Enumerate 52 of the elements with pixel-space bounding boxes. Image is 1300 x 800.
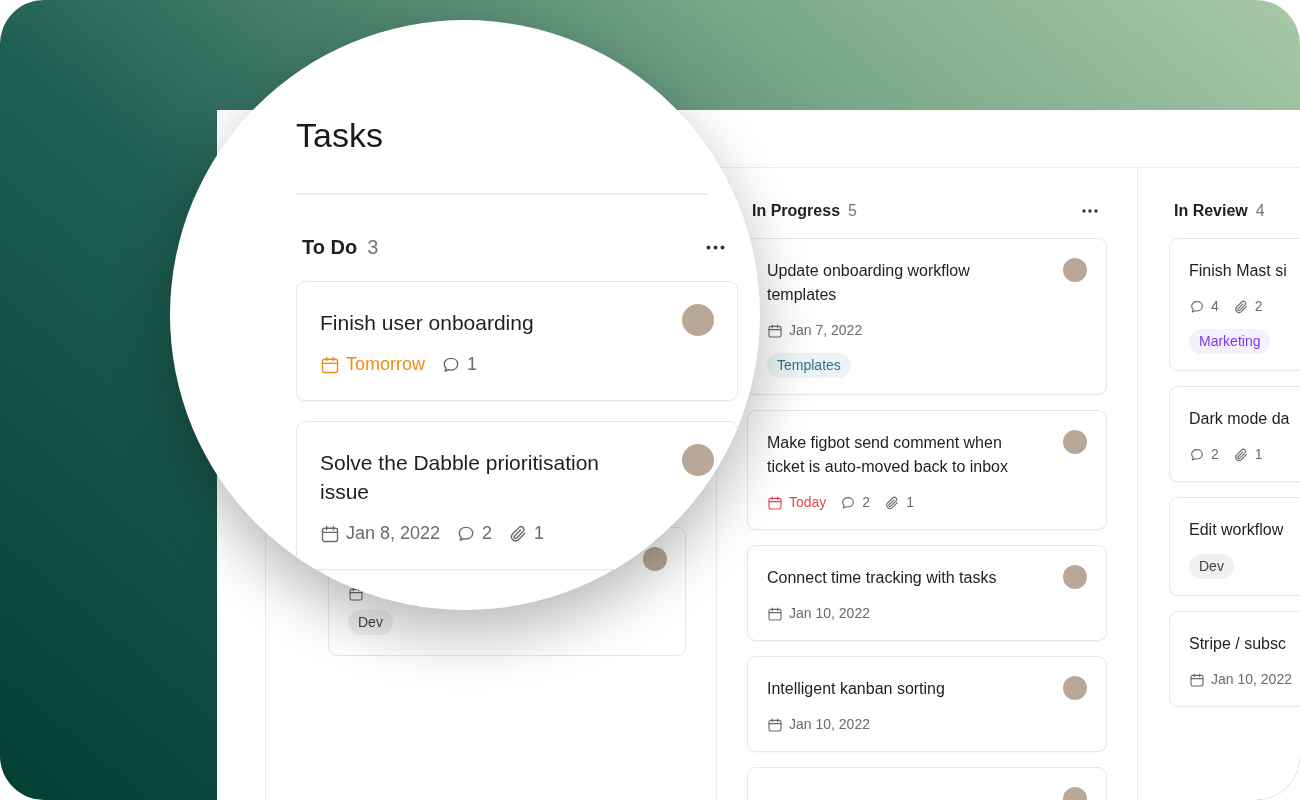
comment-icon <box>1189 446 1205 463</box>
column-title: To Do <box>302 235 358 260</box>
due-date: Jan 10, 2022 <box>789 604 870 623</box>
due-date: Jan 10, 2022 <box>789 715 870 734</box>
due-date: Jan 10, 2022 <box>1211 670 1292 689</box>
calendar-icon <box>767 494 783 511</box>
tag: Dev <box>348 610 393 635</box>
task-title: Finish Mast si <box>1189 261 1287 281</box>
calendar-icon <box>320 523 340 544</box>
comment-count: 1 <box>467 353 478 376</box>
attachment-count: 2 <box>1254 297 1263 316</box>
paperclip-icon <box>884 494 901 511</box>
page-title: Tasks <box>296 115 384 155</box>
tag: Templates <box>767 353 851 378</box>
comment-icon <box>840 494 857 511</box>
attachment-count: 1 <box>906 493 914 512</box>
task-title: Edit workflow <box>1189 520 1284 540</box>
more-icon[interactable] <box>1081 208 1099 214</box>
column-title: In Progress <box>752 201 841 221</box>
tag: Dev <box>1189 554 1234 579</box>
task-title: Make figbot send comment when ticket is auto-moved back to inbox <box>767 433 1009 477</box>
paperclip-icon <box>1232 298 1249 315</box>
column-count: 4 <box>1255 201 1265 221</box>
calendar-icon <box>767 322 783 339</box>
comment-count: 2 <box>1211 445 1219 464</box>
task-title: Solve the Dabble prioritisation issue <box>320 450 600 505</box>
attachment-count: 1 <box>534 522 545 545</box>
tag: Marketing <box>1189 329 1271 354</box>
comment-icon <box>1189 298 1205 315</box>
comment-count: 4 <box>1211 297 1219 316</box>
task-title: Intelligent kanban sorting <box>767 679 945 699</box>
comment-count: 2 <box>482 522 493 545</box>
task-title: Update onboarding workflow templates <box>767 261 971 305</box>
more-icon[interactable] <box>705 243 726 251</box>
calendar-icon <box>1189 671 1205 688</box>
task-title: Stripe / subsc <box>1189 634 1286 654</box>
due-date: Tomorrow <box>346 353 425 376</box>
due-date: Jan 8, 2022 <box>346 522 441 545</box>
paperclip-icon <box>1232 446 1249 463</box>
due-date: Today <box>789 493 827 512</box>
calendar-icon <box>320 354 340 375</box>
calendar-icon <box>767 716 783 733</box>
comment-count: 2 <box>862 493 871 512</box>
task-title: Finish user onboarding <box>320 310 534 336</box>
task-title: Dark mode da <box>1189 409 1290 429</box>
column-count: 3 <box>367 235 379 260</box>
task-title: Connect time tracking with tasks <box>767 568 997 588</box>
attachment-count: 1 <box>1254 445 1263 464</box>
due-date: Jan 7, 2022 <box>789 321 863 340</box>
column-title: In Review <box>1174 201 1248 221</box>
column-count: 5 <box>848 201 857 221</box>
calendar-icon <box>767 605 783 622</box>
